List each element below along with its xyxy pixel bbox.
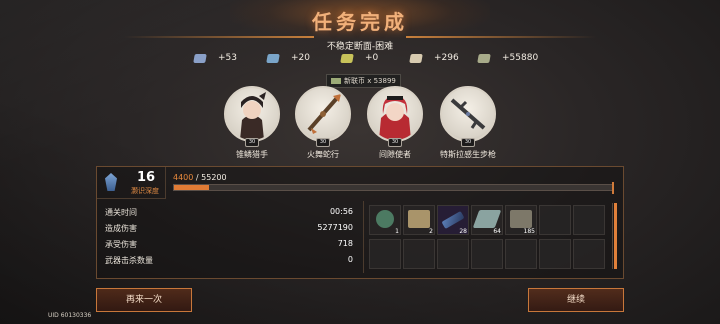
user-id: UID 60130336 bbox=[48, 312, 92, 319]
item-slot-board[interactable]: 185 bbox=[505, 205, 537, 235]
resource-ticket: +296 bbox=[409, 53, 459, 63]
stat-label: 承受伤害 bbox=[105, 240, 137, 249]
stat-row: 通关时间 00:56 bbox=[105, 207, 353, 223]
xp-max: 55200 bbox=[201, 173, 227, 182]
continue-button[interactable]: 继续 bbox=[528, 288, 624, 312]
item-count: 185 bbox=[523, 228, 535, 235]
resource-value: +53 bbox=[218, 53, 237, 63]
page-title: 任务完成 bbox=[312, 10, 408, 34]
stat-value: 0 bbox=[347, 255, 353, 264]
character-name: 间隙使者 bbox=[379, 150, 411, 159]
level-badge: 30 bbox=[316, 138, 330, 147]
xp-separator: / bbox=[193, 173, 202, 182]
level-badge: 30 bbox=[461, 138, 475, 147]
stat-label: 通关时间 bbox=[105, 208, 137, 217]
item-slot-empty bbox=[505, 239, 537, 269]
coin-icon bbox=[331, 78, 341, 84]
retry-button[interactable]: 再来一次 bbox=[96, 288, 192, 312]
item-scrollbar[interactable] bbox=[614, 203, 617, 269]
stat-row: 承受伤害 718 bbox=[105, 239, 353, 255]
gear-box-icon bbox=[193, 53, 207, 63]
metal-plate-icon bbox=[472, 210, 502, 228]
stage-name: 不稳定断面-困难 bbox=[326, 42, 394, 52]
coin-tag-label: 新联币 x 53899 bbox=[344, 77, 396, 85]
stat-label: 造成伤害 bbox=[105, 224, 137, 233]
character-name: 火舞蛇行 bbox=[307, 150, 339, 159]
rifle-icon bbox=[450, 98, 486, 130]
xp-text: 4400 / 55200 bbox=[173, 173, 227, 182]
item-slot-empty bbox=[539, 205, 571, 235]
resource-gear-box: +53 bbox=[193, 53, 237, 63]
item-slot-empty bbox=[539, 239, 571, 269]
item-slot-empty bbox=[369, 239, 401, 269]
character-name: 特斯拉感生步枪 bbox=[440, 150, 496, 159]
xp-bar-fill bbox=[174, 185, 209, 190]
stats-list: 通关时间 00:56 造成伤害 5277190 承受伤害 718 武器击杀数量 … bbox=[105, 207, 353, 271]
item-slot-badge[interactable]: 1 bbox=[369, 205, 401, 235]
xp-bar-accent bbox=[612, 182, 614, 194]
character-portrait bbox=[440, 86, 496, 142]
crystal-icon bbox=[266, 53, 280, 63]
depth-label: 灏识深度 bbox=[131, 187, 159, 195]
resource-value: +20 bbox=[291, 53, 310, 63]
chip-icon bbox=[340, 53, 354, 63]
level-badge: 30 bbox=[245, 138, 259, 147]
character-card[interactable]: 30 间隙使者 bbox=[365, 86, 425, 160]
item-slot-empty bbox=[403, 239, 435, 269]
item-count: 2 bbox=[429, 228, 433, 235]
stat-row: 造成伤害 5277190 bbox=[105, 223, 353, 239]
map-icon bbox=[408, 210, 430, 228]
stat-label: 武器击杀数量 bbox=[105, 256, 153, 265]
resource-crystal: +20 bbox=[266, 53, 310, 63]
ticket-icon bbox=[409, 53, 423, 63]
xp-current: 4400 bbox=[173, 173, 194, 182]
cash-icon bbox=[477, 53, 491, 63]
character-name: 锥鳞猎手 bbox=[236, 150, 268, 159]
title-divider-right bbox=[406, 36, 596, 38]
character-avatar-icon bbox=[379, 96, 411, 140]
item-scroll-track[interactable] bbox=[612, 203, 613, 269]
item-slot-map[interactable]: 2 bbox=[403, 205, 435, 235]
stat-row: 武器击杀数量 0 bbox=[105, 255, 353, 271]
resource-rewards: +53 +20 +0 +296 +55880 bbox=[0, 53, 720, 69]
item-slot-empty bbox=[437, 239, 469, 269]
item-slot-metal[interactable]: 64 bbox=[471, 205, 503, 235]
resource-cash: +55880 bbox=[477, 53, 539, 63]
item-slot-empty bbox=[573, 239, 605, 269]
xp-bar bbox=[173, 184, 613, 191]
character-card[interactable]: 30 火舞蛇行 bbox=[293, 86, 353, 160]
syringe-icon bbox=[441, 211, 465, 229]
item-slot-empty bbox=[573, 205, 605, 235]
character-portrait bbox=[367, 86, 423, 142]
resource-value: +0 bbox=[365, 53, 379, 63]
depth-crystal-icon bbox=[105, 173, 117, 191]
character-portrait bbox=[224, 86, 280, 142]
board-icon bbox=[510, 210, 532, 228]
result-panel: 16 灏识深度 4400 / 55200 通关时间 00:56 造成伤害 527… bbox=[96, 166, 624, 279]
badge-icon bbox=[376, 210, 394, 228]
item-slot-empty bbox=[471, 239, 503, 269]
stat-value: 718 bbox=[337, 239, 353, 248]
title-divider-left bbox=[124, 36, 314, 38]
resource-value: +55880 bbox=[502, 53, 539, 63]
character-portrait bbox=[295, 86, 351, 142]
resource-value: +296 bbox=[434, 53, 459, 63]
level-badge: 30 bbox=[388, 138, 402, 147]
item-count: 28 bbox=[459, 228, 467, 235]
character-card[interactable]: 30 锥鳞猎手 bbox=[222, 86, 282, 160]
panel-divider bbox=[363, 201, 364, 273]
stat-value: 5277190 bbox=[317, 223, 353, 232]
depth-box: 16 灏识深度 bbox=[97, 167, 166, 199]
item-count: 1 bbox=[395, 228, 399, 235]
item-count: 64 bbox=[493, 228, 501, 235]
character-card[interactable]: 30 特斯拉感生步枪 bbox=[438, 86, 498, 160]
character-avatar-icon bbox=[240, 92, 266, 140]
stat-value: 00:56 bbox=[329, 207, 353, 216]
resource-chip: +0 bbox=[340, 53, 379, 63]
item-slot-syringe[interactable]: 28 bbox=[437, 205, 469, 235]
depth-value: 16 bbox=[137, 170, 156, 185]
weapon-staff-icon bbox=[307, 94, 341, 134]
